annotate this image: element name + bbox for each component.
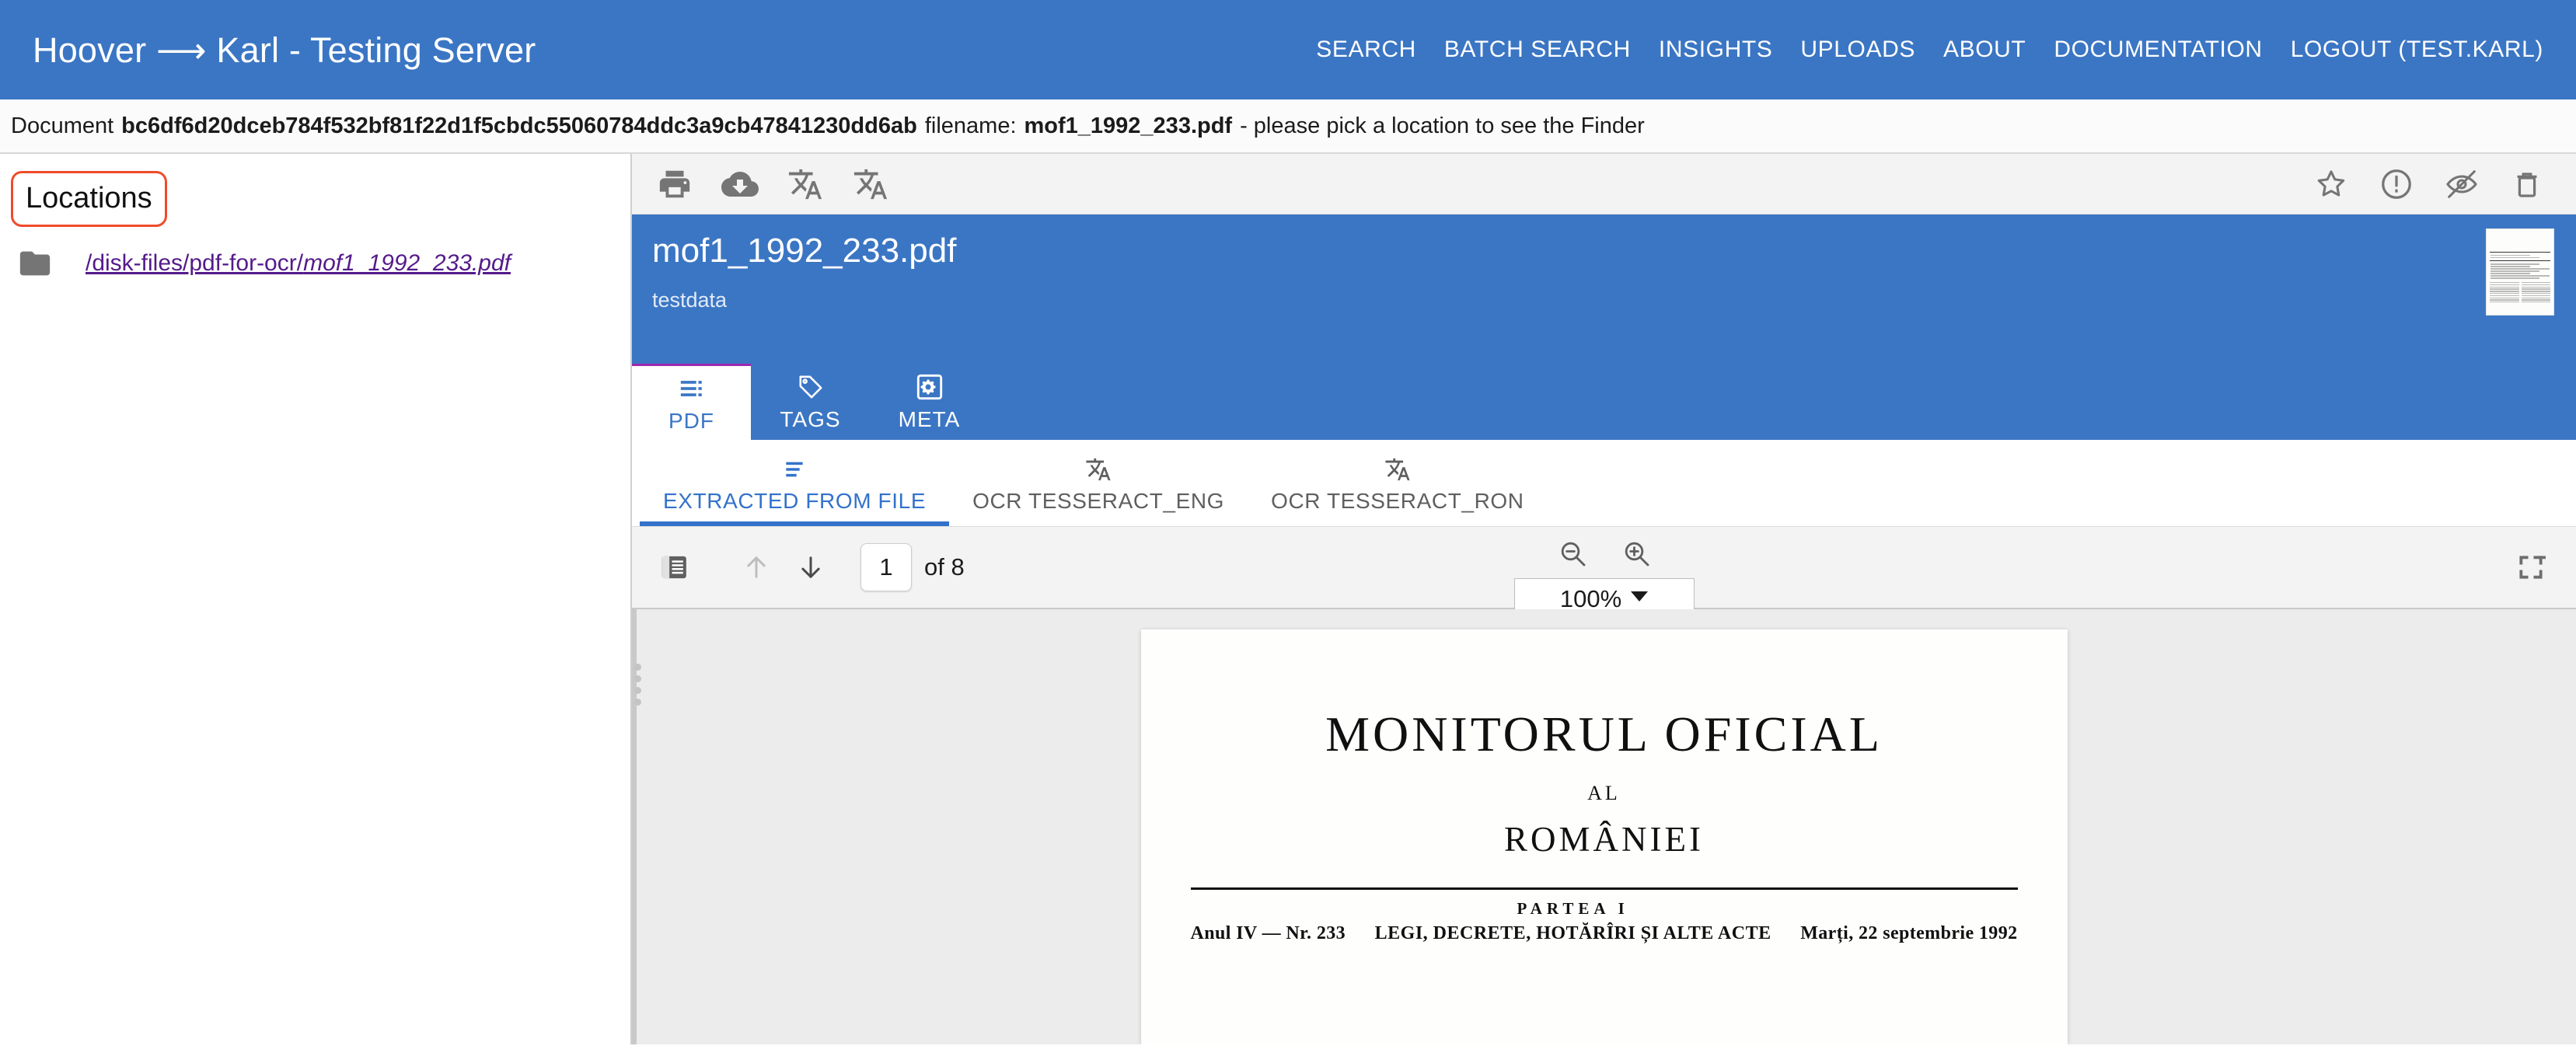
subtab-ocr-eng-label: OCR TESSERACT_ENG — [972, 489, 1224, 514]
location-list-item[interactable]: /disk-files/pdf-for-ocr/mof1_1992_233.pd… — [0, 246, 630, 281]
pdf-masthead-title: MONITORUL OFICIAL — [1191, 706, 2018, 763]
previous-page-button[interactable] — [735, 546, 778, 589]
report-problem-button[interactable] — [2374, 162, 2419, 207]
tab-meta-label: META — [899, 407, 961, 432]
resizer-grip-dots — [634, 664, 641, 706]
zoom-in-button[interactable] — [1614, 532, 1658, 575]
tab-tags[interactable]: TAGS — [751, 364, 870, 440]
pdf-toolbar: of 8 100% — [632, 527, 2576, 609]
document-thumbnail[interactable]: MONITORUL OFICIAL AL ROMÂNIEI — [2486, 228, 2554, 316]
location-path: /disk-files/pdf-for-ocr/ — [86, 250, 303, 276]
app-header: Hoover ⟶ Karl - Testing Server SEARCH BA… — [0, 0, 2576, 99]
main-navigation: SEARCH BATCH SEARCH INSIGHTS UPLOADS ABO… — [1316, 37, 2543, 63]
pdf-issue-number: Anul IV — Nr. 233 — [1191, 923, 1346, 944]
document-filename: mof1_1992_233.pdf — [1024, 113, 1233, 139]
list-icon — [782, 453, 807, 486]
pdf-issue-date: Marți, 22 septembrie 1992 — [1800, 923, 2017, 944]
content-split: Locations /disk-files/pdf-for-ocr/mof1_1… — [0, 154, 2576, 1044]
print-button[interactable] — [652, 162, 697, 207]
subtab-extracted-label: EXTRACTED FROM FILE — [663, 489, 926, 514]
tag-icon — [797, 371, 825, 403]
pdf-part-subtitle: LEGI, DECRETE, HOTĂRÎRI ȘI ALTE ACTE — [1346, 923, 1800, 944]
document-tabs: PDF TAGS META — [632, 364, 2576, 440]
translate-eng-button[interactable] — [783, 162, 828, 207]
thumbnail-rule-2 — [2490, 260, 2550, 261]
document-info-bar: Document bc6df6d20dceb784f532bf81f22d1f5… — [0, 99, 2576, 154]
filename-label: filename: — [925, 113, 1017, 139]
zoom-buttons — [1551, 532, 1658, 575]
translate-icon — [1085, 453, 1112, 486]
nav-documentation[interactable]: DOCUMENTATION — [2054, 37, 2262, 63]
panel-resizer[interactable] — [632, 609, 637, 1044]
viewer-toolbar — [632, 154, 2576, 214]
location-filename: mof1_1992_233.pdf — [303, 250, 511, 276]
nav-uploads[interactable]: UPLOADS — [1800, 37, 1915, 63]
locations-sidebar: Locations /disk-files/pdf-for-ocr/mof1_1… — [0, 154, 630, 1044]
thumbnail-rule — [2490, 252, 2550, 253]
pdf-masthead-country: ROMÂNIEI — [1191, 819, 2018, 859]
thumbnail-country: ROMÂNIEI — [2487, 246, 2553, 249]
page-total-label: of 8 — [924, 553, 965, 581]
locations-title-wrap: Locations — [0, 171, 630, 227]
nav-about[interactable]: ABOUT — [1943, 37, 2026, 63]
subtab-ocr-tesseract-eng[interactable]: OCR TESSERACT_ENG — [949, 440, 1248, 526]
delete-button[interactable] — [2504, 162, 2550, 207]
tab-pdf[interactable]: PDF — [632, 364, 751, 440]
finder-hint: - please pick a location to see the Find… — [1240, 113, 1645, 139]
pdf-part-block: PARTEA I LEGI, DECRETE, HOTĂRÎRI ȘI ALTE… — [1346, 899, 1800, 944]
extraction-subtabs: EXTRACTED FROM FILE OCR TESSERACT_ENG OC… — [632, 440, 2576, 527]
pdf-masthead-meta: Anul IV — Nr. 233 PARTEA I LEGI, DECRETE… — [1191, 899, 2018, 944]
document-collection: testdata — [652, 288, 2556, 312]
list-icon — [679, 373, 705, 404]
tab-pdf-label: PDF — [668, 409, 714, 434]
thumbnail-al: AL — [2487, 241, 2553, 244]
pdf-page-area: MONITORUL OFICIAL AL ROMÂNIEI Anul IV — … — [632, 609, 2576, 1044]
subtab-ocr-tesseract-ron[interactable]: OCR TESSERACT_RON — [1248, 440, 1548, 526]
document-header: mof1_1992_233.pdf testdata MONITORUL OFI… — [632, 214, 2576, 364]
fullscreen-button[interactable] — [2509, 546, 2553, 589]
pdf-masthead-al: AL — [1191, 782, 2018, 805]
tab-tags-label: TAGS — [780, 407, 840, 432]
pdf-page-1: MONITORUL OFICIAL AL ROMÂNIEI Anul IV — … — [1141, 629, 2068, 1044]
app-title: Hoover ⟶ Karl - Testing Server — [33, 30, 536, 71]
next-page-button[interactable] — [789, 546, 832, 589]
locations-heading: Locations — [11, 171, 167, 227]
document-id: bc6df6d20dceb784f532bf81f22d1f5cbdc55060… — [121, 113, 917, 139]
zoom-out-button[interactable] — [1551, 532, 1594, 575]
toggle-sidebar-button[interactable] — [652, 546, 696, 589]
pdf-part-label: PARTEA I — [1346, 899, 1800, 919]
translate-icon — [1384, 453, 1411, 486]
thumbnail-title: MONITORUL OFICIAL — [2487, 235, 2553, 239]
nav-batch-search[interactable]: BATCH SEARCH — [1444, 37, 1631, 63]
thumbnail-columns — [2487, 281, 2553, 304]
download-button[interactable] — [717, 162, 763, 207]
chevron-down-icon — [1631, 591, 1648, 601]
eye-off-icon[interactable] — [2439, 162, 2484, 207]
subtab-extracted-from-file[interactable]: EXTRACTED FROM FILE — [640, 440, 949, 526]
page-number-input[interactable] — [860, 543, 912, 591]
document-viewer: mof1_1992_233.pdf testdata MONITORUL OFI… — [630, 154, 2576, 1044]
tab-meta[interactable]: META — [870, 364, 989, 440]
folder-icon — [17, 246, 53, 281]
document-label: Document — [11, 113, 113, 139]
viewer-toolbar-right — [2309, 162, 2550, 207]
translate-ron-button[interactable] — [848, 162, 893, 207]
zoom-controls: 100% — [1514, 527, 1695, 620]
nav-search[interactable]: SEARCH — [1316, 37, 1416, 63]
nav-insights[interactable]: INSIGHTS — [1659, 37, 1772, 63]
nav-logout[interactable]: LOGOUT (TEST.KARL) — [2291, 37, 2543, 63]
location-link[interactable]: /disk-files/pdf-for-ocr/mof1_1992_233.pd… — [86, 250, 511, 277]
star-button[interactable] — [2309, 162, 2354, 207]
subtab-ocr-ron-label: OCR TESSERACT_RON — [1271, 489, 1524, 514]
pdf-masthead-rule — [1191, 887, 2018, 890]
document-title: mof1_1992_233.pdf — [652, 232, 2556, 271]
settings-box-icon — [916, 371, 944, 403]
